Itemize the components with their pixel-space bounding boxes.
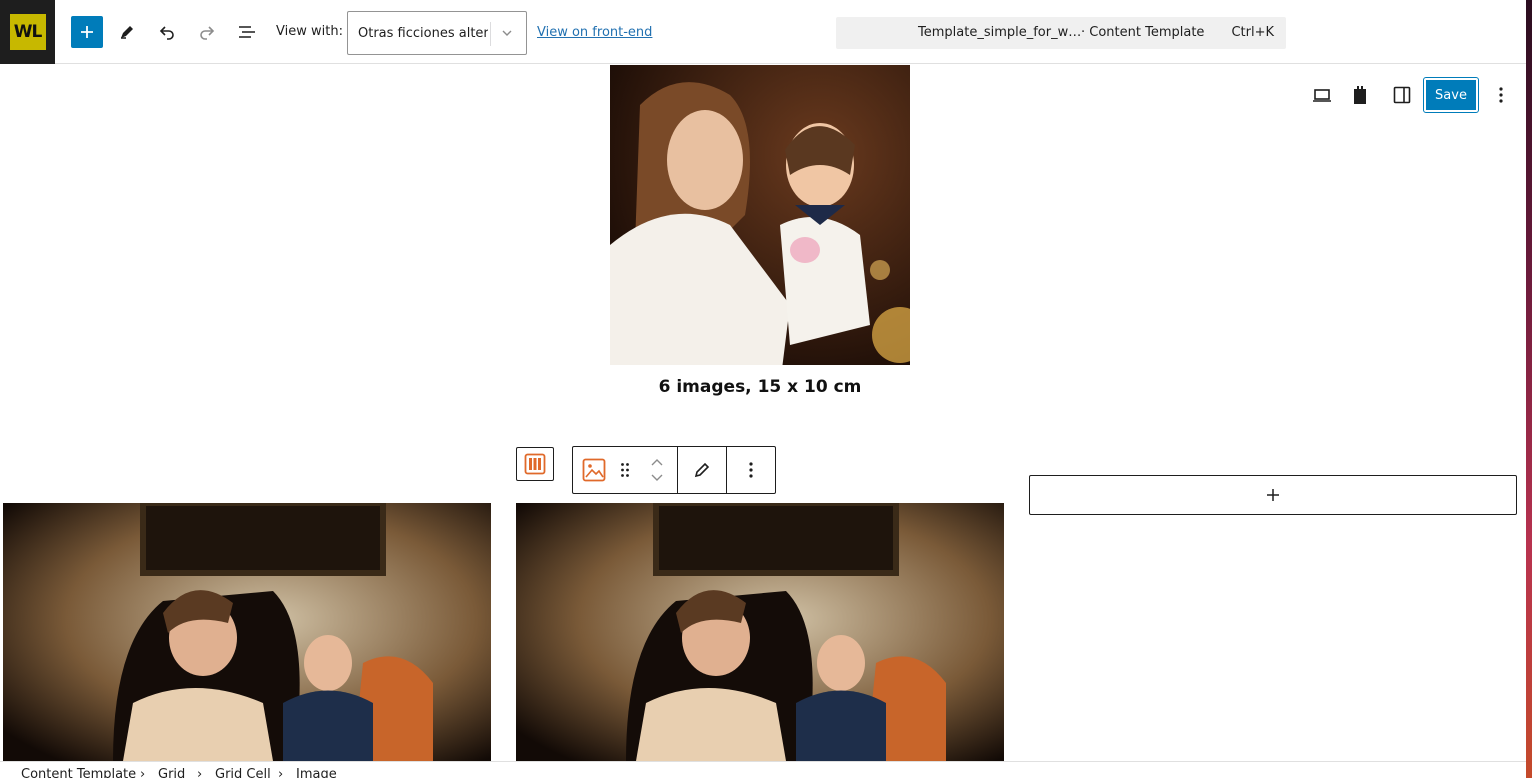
more-vertical-icon <box>749 462 753 478</box>
block-type-button[interactable] <box>577 447 611 493</box>
save-button[interactable]: Save <box>1423 77 1479 113</box>
drag-handle-icon <box>621 463 629 477</box>
tools-button[interactable] <box>111 16 143 48</box>
pencil-icon <box>694 462 710 478</box>
grid-cell-appender-button[interactable] <box>1029 475 1517 515</box>
site-logo-mark: WL <box>9 14 46 50</box>
options-button[interactable] <box>1485 79 1517 111</box>
laptop-icon <box>1313 89 1331 102</box>
edit-button[interactable] <box>678 447 726 493</box>
select-divider <box>490 22 491 46</box>
site-logo-text: WL <box>13 22 43 42</box>
view-with-label: View with: <box>276 24 343 39</box>
chevron-down-icon <box>502 30 512 36</box>
move-buttons <box>645 447 669 493</box>
block-toolbar <box>572 446 776 494</box>
breadcrumb-item-image: Image <box>296 767 337 778</box>
photo-living-room-icon <box>3 503 491 761</box>
grid-photo-2[interactable] <box>516 503 1004 761</box>
plugin-icon <box>1354 86 1366 104</box>
chevron-down-icon[interactable] <box>650 473 664 483</box>
sidebar-icon <box>1393 86 1411 104</box>
editor-header: WL View with: Otras ficciones alter… Vie… <box>0 0 1526 64</box>
image-caption[interactable]: 6 images, 15 x 10 cm <box>610 377 910 397</box>
desktop-background-strip <box>1526 0 1532 778</box>
view-on-front-end-link[interactable]: View on front-end <box>537 25 652 40</box>
undo-button[interactable] <box>151 16 183 48</box>
plus-icon <box>81 26 93 38</box>
breadcrumb-separator-icon: › <box>278 767 284 778</box>
view-with-select[interactable]: Otras ficciones alter… <box>347 11 527 55</box>
site-logo[interactable]: WL <box>0 0 55 64</box>
photo-living-room-icon <box>516 503 1004 761</box>
settings-sidebar-button[interactable] <box>1386 79 1418 111</box>
add-block-button[interactable] <box>71 16 103 48</box>
grid-block-icon <box>524 453 546 475</box>
plus-icon <box>1267 489 1279 501</box>
breadcrumb-separator-icon: › <box>140 767 146 778</box>
template-type: · Content Template <box>1081 25 1205 40</box>
template-title: Template_simple_for_w… <box>918 25 1082 40</box>
grid-photo-1[interactable] <box>3 503 491 761</box>
redo-button[interactable] <box>191 16 223 48</box>
command-shortcut: Ctrl+K <box>1231 25 1274 40</box>
editor-app: WL View with: Otras ficciones alter… Vie… <box>0 0 1532 778</box>
breadcrumb-item-grid[interactable]: Grid <box>158 767 185 778</box>
breadcrumb-item-content-template[interactable]: Content Template <box>21 767 136 778</box>
breadcrumb-separator-icon: › <box>197 767 203 778</box>
command-palette-bar[interactable]: Template_simple_for_w… · Content Templat… <box>836 17 1286 49</box>
document-overview-button[interactable] <box>231 16 263 48</box>
list-view-icon <box>239 26 255 38</box>
undo-icon <box>159 26 174 40</box>
featured-photo[interactable] <box>610 65 910 365</box>
chevron-up-icon[interactable] <box>650 457 664 467</box>
photo-woman-child-icon <box>610 65 910 365</box>
image-block-icon <box>582 458 606 482</box>
redo-icon <box>200 26 215 40</box>
plugin-button[interactable] <box>1344 79 1376 111</box>
block-breadcrumb: Content Template › Grid › Grid Cell › Im… <box>0 761 1526 778</box>
select-parent-grid-button[interactable] <box>516 447 554 481</box>
preview-device-button[interactable] <box>1306 79 1338 111</box>
view-with-select-value: Otras ficciones alter… <box>358 26 488 41</box>
pencil-icon <box>121 26 133 39</box>
block-options-button[interactable] <box>727 447 775 493</box>
drag-handle[interactable] <box>613 447 637 493</box>
breadcrumb-item-grid-cell[interactable]: Grid Cell <box>215 767 271 778</box>
more-vertical-icon <box>1499 87 1503 103</box>
